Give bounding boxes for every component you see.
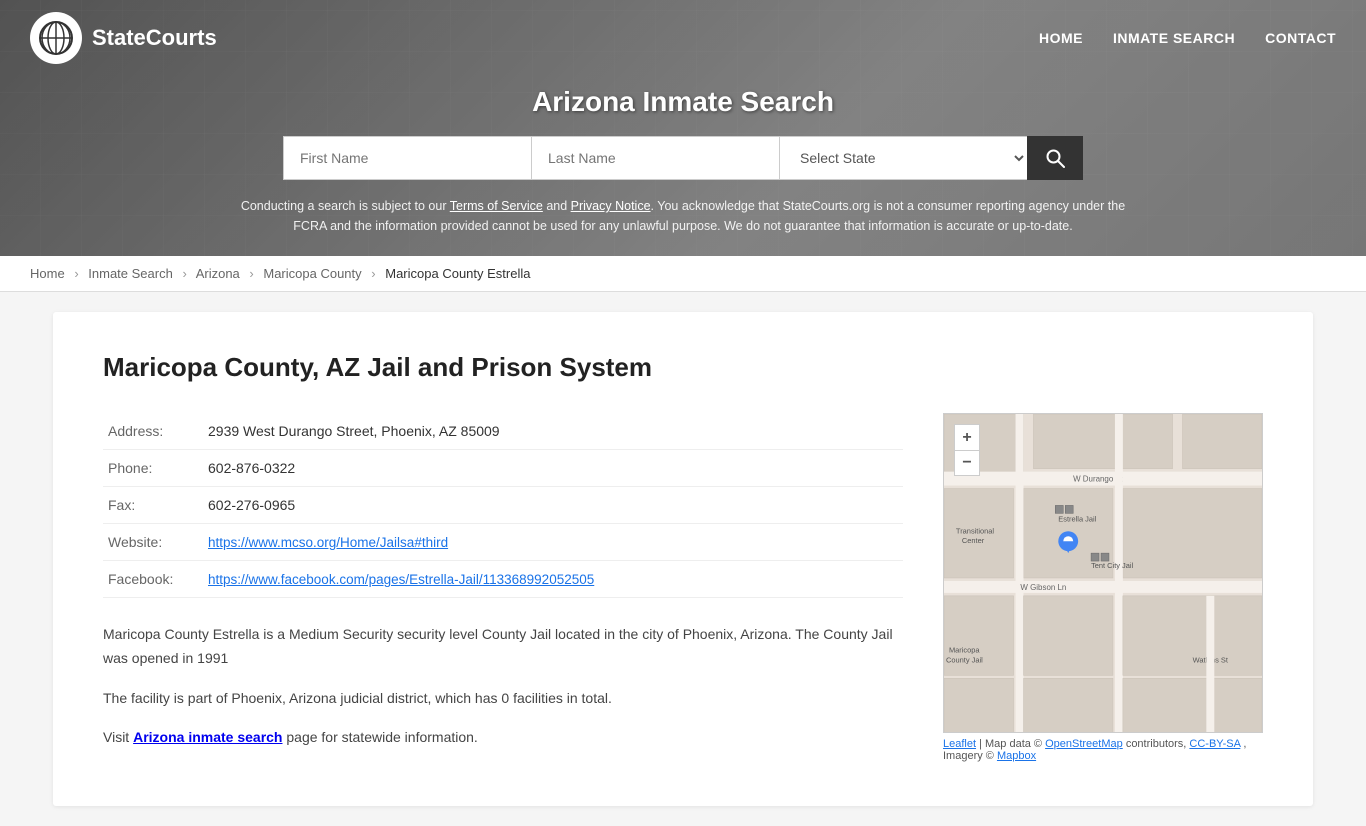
website-label: Website: — [103, 524, 203, 561]
content-right: W Durango St W Gibson Ln — [943, 413, 1263, 766]
map-label-center: Center — [962, 536, 985, 545]
nav-home[interactable]: HOME — [1039, 30, 1083, 46]
breadcrumb-sep-3: › — [249, 266, 253, 281]
map-credits: Leaflet | Map data © OpenStreetMap contr… — [943, 738, 1263, 762]
desc3-prefix: Visit — [103, 729, 133, 745]
website-value: https://www.mcso.org/Home/Jailsa#third — [203, 524, 903, 561]
header-content: StateCourts HOME INMATE SEARCH CONTACT A… — [0, 0, 1366, 256]
osm-link[interactable]: OpenStreetMap — [1045, 738, 1123, 750]
facebook-row: Facebook: https://www.facebook.com/pages… — [103, 561, 903, 598]
breadcrumb-sep-4: › — [371, 266, 375, 281]
map-label-transitional: Transitional — [956, 526, 995, 535]
logo-svg — [38, 20, 74, 56]
phone-row: Phone: 602-876-0322 — [103, 450, 903, 487]
search-bar: Select State Arizona — [283, 136, 1083, 180]
breadcrumb: Home › Inmate Search › Arizona › Maricop… — [0, 256, 1366, 292]
breadcrumb-home[interactable]: Home — [30, 266, 65, 281]
mapbox-link[interactable]: Mapbox — [997, 750, 1036, 762]
map-container: W Durango St W Gibson Ln — [943, 413, 1263, 733]
breadcrumb-county[interactable]: Maricopa County — [263, 266, 361, 281]
map-svg: W Durango St W Gibson Ln — [944, 414, 1262, 732]
content-card: Maricopa County, AZ Jail and Prison Syst… — [53, 312, 1313, 806]
disclaimer-text: Conducting a search is subject to our Te… — [233, 196, 1133, 236]
main-content: Maricopa County, AZ Jail and Prison Syst… — [0, 312, 1366, 806]
nav-inmate-search[interactable]: INMATE SEARCH — [1113, 30, 1235, 46]
ccbysa-link[interactable]: CC-BY-SA — [1189, 738, 1240, 750]
map-label-estrella: Estrella Jail — [1058, 514, 1096, 523]
address-value: 2939 West Durango Street, Phoenix, AZ 85… — [203, 413, 903, 450]
description-3: Visit Arizona inmate search page for sta… — [103, 726, 903, 750]
content-grid: Address: 2939 West Durango Street, Phoen… — [103, 413, 1263, 766]
navigation: StateCourts HOME INMATE SEARCH CONTACT — [0, 0, 1366, 76]
facebook-link[interactable]: https://www.facebook.com/pages/Estrella-… — [208, 572, 594, 587]
map-zoom-in[interactable]: + — [954, 424, 980, 450]
description-1: Maricopa County Estrella is a Medium Sec… — [103, 623, 903, 671]
map-label-maricopa: Maricopa — [949, 646, 980, 655]
desc3-link-text: Arizona inmate search — [133, 729, 282, 745]
logo-area[interactable]: StateCourts — [30, 12, 217, 64]
terms-link[interactable]: Terms of Service — [450, 199, 543, 213]
search-button[interactable] — [1027, 136, 1083, 180]
facebook-value: https://www.facebook.com/pages/Estrella-… — [203, 561, 903, 598]
search-icon — [1045, 148, 1065, 168]
first-name-input[interactable] — [283, 136, 531, 180]
hero-title: Arizona Inmate Search — [20, 86, 1346, 118]
phone-value: 602-876-0322 — [203, 450, 903, 487]
facility-title: Maricopa County, AZ Jail and Prison Syst… — [103, 352, 1263, 383]
last-name-input[interactable] — [531, 136, 779, 180]
breadcrumb-sep-1: › — [74, 266, 78, 281]
hero-section: Arizona Inmate Search Select State Arizo… — [0, 76, 1366, 256]
fax-value: 602-276-0965 — [203, 487, 903, 524]
breadcrumb-state[interactable]: Arizona — [196, 266, 240, 281]
nav-links: HOME INMATE SEARCH CONTACT — [1039, 30, 1336, 46]
desc3-suffix: page for statewide information. — [282, 729, 477, 745]
map-label-county-jail: County Jail — [946, 655, 983, 664]
breadcrumb-current: Maricopa County Estrella — [385, 266, 530, 281]
header: StateCourts HOME INMATE SEARCH CONTACT A… — [0, 0, 1366, 256]
leaflet-link[interactable]: Leaflet — [943, 738, 976, 750]
fax-row: Fax: 602-276-0965 — [103, 487, 903, 524]
logo-icon — [30, 12, 82, 64]
facebook-label: Facebook: — [103, 561, 203, 598]
map-gibson-label: W Gibson Ln — [1020, 583, 1066, 592]
breadcrumb-sep-2: › — [182, 266, 186, 281]
map-zoom-controls: + − — [954, 424, 980, 476]
website-row: Website: https://www.mcso.org/Home/Jails… — [103, 524, 903, 561]
address-label: Address: — [103, 413, 203, 450]
credits-sep2: contributors, — [1126, 738, 1190, 750]
address-row: Address: 2939 West Durango Street, Phoen… — [103, 413, 903, 450]
nav-contact[interactable]: CONTACT — [1265, 30, 1336, 46]
description-2: The facility is part of Phoenix, Arizona… — [103, 687, 903, 711]
privacy-link[interactable]: Privacy Notice — [571, 199, 651, 213]
breadcrumb-inmate-search[interactable]: Inmate Search — [88, 266, 173, 281]
map-zoom-out[interactable]: − — [954, 450, 980, 476]
az-inmate-search-link[interactable]: Arizona inmate search — [133, 729, 282, 745]
content-left: Address: 2939 West Durango Street, Phoen… — [103, 413, 903, 766]
website-link[interactable]: https://www.mcso.org/Home/Jailsa#third — [208, 535, 448, 550]
credits-sep1: | Map data © — [979, 738, 1045, 750]
logo-text: StateCourts — [92, 25, 217, 51]
map-label-tent: Tent City Jail — [1091, 561, 1134, 570]
info-table: Address: 2939 West Durango Street, Phoen… — [103, 413, 903, 598]
fax-label: Fax: — [103, 487, 203, 524]
state-select[interactable]: Select State Arizona — [779, 136, 1027, 180]
phone-label: Phone: — [103, 450, 203, 487]
